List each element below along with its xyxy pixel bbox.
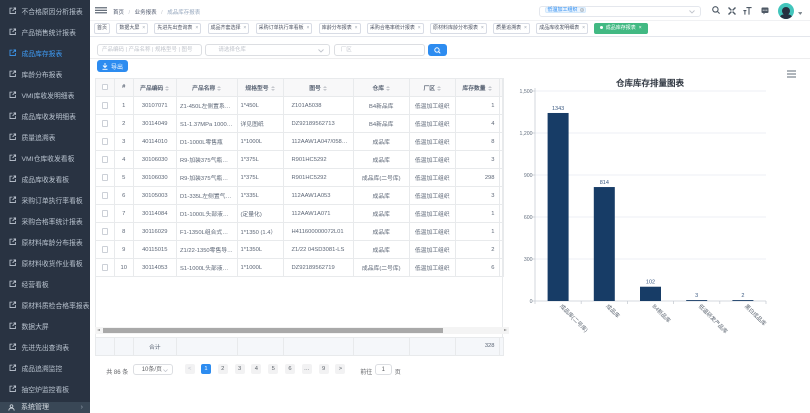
- svg-text:1,500: 1,500: [520, 89, 533, 95]
- svg-text:仓库库存排量图表: 仓库库存排量图表: [615, 78, 685, 88]
- svg-text:600: 600: [524, 215, 533, 221]
- svg-text:300: 300: [524, 257, 533, 263]
- svg-text:814: 814: [600, 180, 609, 186]
- svg-text:B4新品库: B4新品库: [651, 302, 673, 324]
- svg-text:成品库: 成品库: [604, 302, 622, 320]
- svg-text:黑白成品库: 黑白成品库: [743, 302, 768, 327]
- svg-text:900: 900: [524, 173, 533, 179]
- svg-text:0: 0: [530, 299, 533, 305]
- svg-text:102: 102: [646, 280, 655, 286]
- svg-text:1,200: 1,200: [520, 131, 533, 137]
- svg-text:2: 2: [741, 293, 744, 299]
- svg-text:1343: 1343: [552, 106, 564, 112]
- svg-text:低温研发产品库: 低温研发产品库: [697, 302, 730, 335]
- svg-text:成品库(二号库): 成品库(二号库): [558, 302, 590, 334]
- svg-text:3: 3: [695, 293, 698, 299]
